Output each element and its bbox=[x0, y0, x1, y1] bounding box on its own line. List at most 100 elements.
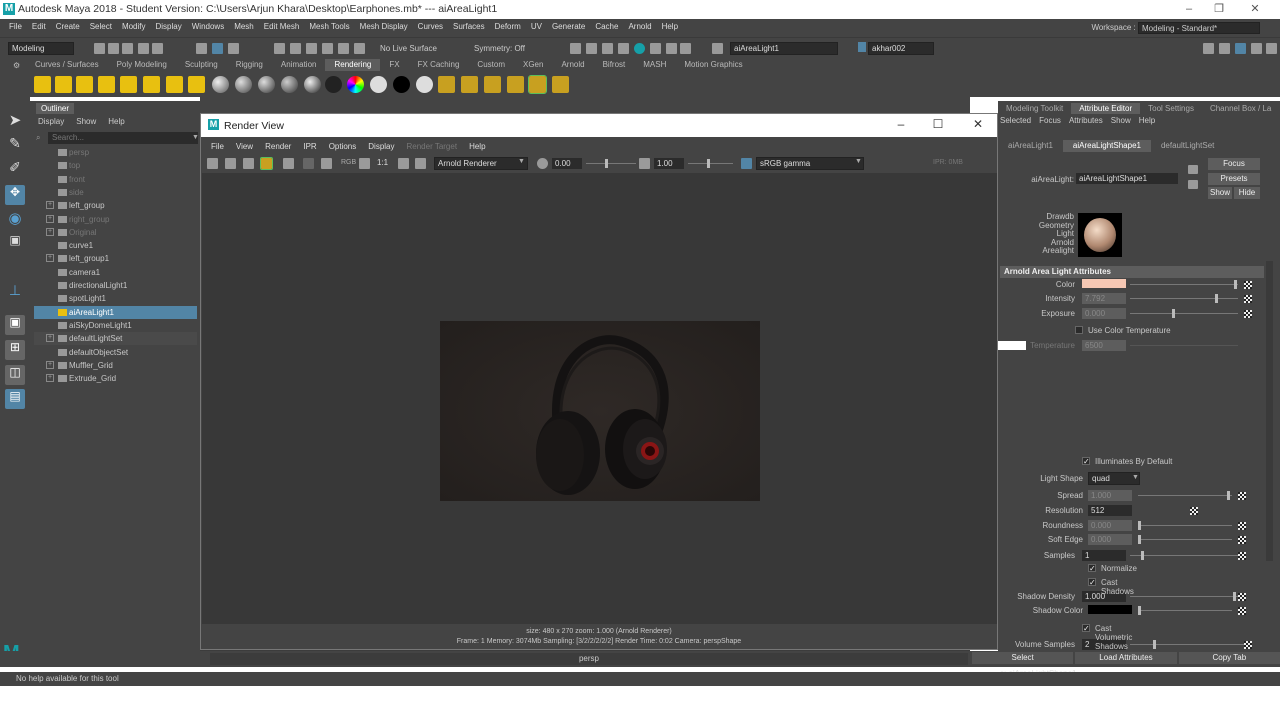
workspace-dropdown[interactable]: Modeling - Standard* bbox=[1138, 22, 1260, 34]
shelf-tab-fx-caching[interactable]: FX Caching bbox=[409, 59, 469, 71]
rgb-channel-icon[interactable]: RGB bbox=[341, 159, 356, 166]
volume-samples-knob[interactable] bbox=[1153, 640, 1157, 649]
expand-icon[interactable]: + bbox=[46, 360, 54, 369]
menu-cache[interactable]: Cache bbox=[590, 22, 623, 31]
menu-create[interactable]: Create bbox=[51, 22, 85, 31]
render-view-menu-view[interactable]: View bbox=[230, 142, 259, 151]
shadow-density-knob[interactable] bbox=[1232, 592, 1236, 601]
outliner-item[interactable]: side bbox=[34, 186, 197, 199]
camera-icon[interactable] bbox=[166, 76, 183, 93]
outliner-menu-display[interactable]: Display bbox=[38, 117, 64, 126]
live-surface-label[interactable]: No Live Surface bbox=[380, 44, 437, 53]
redo-render-icon[interactable] bbox=[207, 158, 218, 169]
select-tool-icon[interactable]: ➤ bbox=[5, 111, 25, 131]
roundness-knob[interactable] bbox=[1138, 521, 1141, 530]
undo-icon[interactable] bbox=[138, 43, 149, 54]
render-view-menu-file[interactable]: File bbox=[205, 142, 230, 151]
menu-file[interactable]: File bbox=[4, 22, 27, 31]
redo-icon[interactable] bbox=[152, 43, 163, 54]
samples-field[interactable]: 1 bbox=[1082, 550, 1126, 561]
render-settings-shelf-icon[interactable] bbox=[484, 76, 501, 93]
shelf-tab-arnold[interactable]: Arnold bbox=[552, 59, 593, 71]
outliner-item[interactable]: curve1 bbox=[34, 239, 197, 252]
panel-tab-tool-settings[interactable]: Tool Settings bbox=[1140, 103, 1202, 114]
alpha-channel-icon[interactable] bbox=[359, 158, 370, 169]
snap-surface-icon[interactable] bbox=[338, 43, 349, 54]
menu-edit-mesh[interactable]: Edit Mesh bbox=[259, 22, 305, 31]
intensity-knob[interactable] bbox=[1214, 294, 1218, 303]
stop-ipr-icon[interactable] bbox=[303, 158, 314, 169]
shelf-tab-fx[interactable]: FX bbox=[380, 59, 408, 71]
arnold-render-icon[interactable] bbox=[650, 43, 661, 54]
menu-mesh[interactable]: Mesh bbox=[229, 22, 259, 31]
soft-edge-map-button[interactable] bbox=[1238, 536, 1246, 544]
pause-icon[interactable] bbox=[680, 43, 691, 54]
outliner-item[interactable]: top bbox=[34, 159, 197, 172]
hypershade-icon[interactable] bbox=[634, 43, 645, 54]
ambient-light-icon[interactable] bbox=[34, 76, 51, 93]
exposure-slider[interactable] bbox=[586, 163, 636, 164]
intensity-slider[interactable] bbox=[1130, 298, 1238, 299]
menu-windows[interactable]: Windows bbox=[187, 22, 229, 31]
ae-copy-tab-button[interactable]: Copy Tab bbox=[1178, 652, 1280, 664]
ae-load-attributes-button[interactable]: Load Attributes bbox=[1075, 652, 1177, 664]
render-history-icon[interactable] bbox=[570, 43, 581, 54]
gamma-knob[interactable] bbox=[707, 159, 710, 168]
expand-icon[interactable]: + bbox=[46, 374, 54, 383]
single-perspective-icon[interactable]: ▣ bbox=[5, 315, 25, 335]
menu-curves[interactable]: Curves bbox=[413, 22, 448, 31]
gamma-field[interactable]: 1.00 bbox=[654, 158, 684, 169]
temperature-slider[interactable] bbox=[1130, 345, 1238, 346]
shadow-color-map-button[interactable] bbox=[1238, 607, 1246, 615]
camera-aim-icon[interactable] bbox=[188, 76, 205, 93]
snap-curve-icon[interactable] bbox=[290, 43, 301, 54]
render-settings-icon[interactable] bbox=[618, 43, 629, 54]
new-scene-icon[interactable] bbox=[94, 43, 105, 54]
soft-edge-field[interactable]: 0.000 bbox=[1088, 534, 1132, 545]
outliner-item[interactable]: front bbox=[34, 173, 197, 186]
keep-image-icon[interactable] bbox=[398, 158, 409, 169]
outliner-item[interactable]: directionalLight1 bbox=[34, 279, 197, 292]
expand-icon[interactable]: + bbox=[46, 214, 54, 223]
samples-map-button[interactable] bbox=[1238, 552, 1246, 560]
layered-shader-icon[interactable] bbox=[325, 76, 342, 93]
channel-box-toggle-icon[interactable] bbox=[1266, 43, 1277, 54]
ipr-icon[interactable] bbox=[260, 157, 273, 170]
blinn-icon[interactable] bbox=[212, 76, 229, 93]
batch-render-icon[interactable] bbox=[507, 76, 524, 93]
outliner-item[interactable]: aiSkyDomeLight1 bbox=[34, 319, 197, 332]
attribute-menu-help[interactable]: Help bbox=[1139, 116, 1155, 125]
exposure-attr-slider[interactable] bbox=[1130, 313, 1238, 314]
outliner-item[interactable]: defaultObjectSet bbox=[34, 346, 197, 359]
standard-surface-icon[interactable] bbox=[416, 76, 433, 93]
shelf-tab-motion-graphics[interactable]: Motion Graphics bbox=[675, 59, 751, 71]
temperature-field[interactable]: 6500 bbox=[1082, 340, 1126, 351]
ratio-label[interactable]: 1:1 bbox=[377, 158, 388, 167]
outliner-item[interactable]: + Extrude_Grid bbox=[34, 372, 197, 385]
outliner-layout-icon[interactable]: ▤ bbox=[5, 389, 25, 409]
exposure-attr-field[interactable]: 0.000 bbox=[1082, 308, 1126, 319]
color-swatch[interactable] bbox=[1082, 279, 1126, 288]
load-node-icon[interactable] bbox=[1188, 165, 1198, 174]
ramp-shader-icon[interactable] bbox=[347, 76, 364, 93]
menu-edit[interactable]: Edit bbox=[27, 22, 51, 31]
attribute-menu-selected[interactable]: Selected bbox=[1000, 116, 1031, 125]
maximize-button[interactable]: ❐ bbox=[1204, 2, 1234, 17]
refresh-ipr-icon[interactable] bbox=[283, 158, 294, 169]
color-space-chevron-icon[interactable]: ▼ bbox=[855, 158, 862, 165]
phong-icon[interactable] bbox=[258, 76, 275, 93]
renderer-dropdown[interactable]: Arnold Renderer bbox=[434, 157, 528, 170]
shelf-tab-mash[interactable]: MASH bbox=[634, 59, 675, 71]
ipr-render-icon[interactable] bbox=[602, 43, 613, 54]
spot-light-icon[interactable] bbox=[98, 76, 115, 93]
expand-icon[interactable]: + bbox=[46, 334, 54, 343]
soft-edge-slider[interactable] bbox=[1138, 539, 1232, 540]
directional-light-icon[interactable] bbox=[55, 76, 72, 93]
object-name-field[interactable]: aiAreaLight1 bbox=[730, 42, 838, 55]
exposure-knob[interactable] bbox=[605, 159, 608, 168]
color-map-button[interactable] bbox=[1244, 281, 1252, 289]
exposure-field[interactable]: 0.00 bbox=[552, 158, 582, 169]
shelf-tab-bifrost[interactable]: Bifrost bbox=[594, 59, 635, 71]
shadow-color-knob[interactable] bbox=[1138, 606, 1141, 615]
outliner-item[interactable]: + right_group bbox=[34, 213, 197, 226]
